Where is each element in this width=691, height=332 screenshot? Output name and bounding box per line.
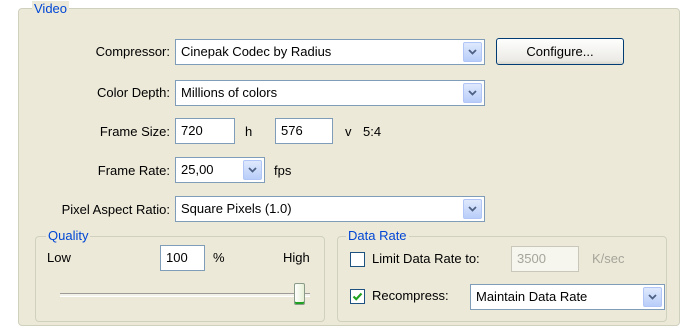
chevron-down-icon[interactable] bbox=[243, 160, 262, 180]
v-label: v bbox=[345, 124, 352, 139]
recompress-value: Maintain Data Rate bbox=[476, 289, 588, 304]
quality-high-label: High bbox=[283, 250, 310, 265]
recompress-select[interactable]: Maintain Data Rate bbox=[470, 284, 665, 310]
frame-height-field[interactable]: 576 bbox=[275, 118, 333, 144]
chevron-down-icon[interactable] bbox=[463, 83, 482, 103]
pixel-aspect-label: Pixel Aspect Ratio: bbox=[61, 202, 170, 217]
compressor-value: Cinepak Codec by Radius bbox=[181, 44, 332, 59]
color-depth-value: Millions of colors bbox=[181, 85, 278, 100]
quality-slider-track[interactable] bbox=[60, 293, 310, 297]
data-rate-field[interactable]: 3500 bbox=[511, 246, 579, 272]
color-depth-label: Color Depth: bbox=[97, 85, 170, 100]
fps-label: fps bbox=[274, 163, 292, 178]
recompress-label[interactable]: Recompress: bbox=[372, 288, 449, 303]
configure-button[interactable]: Configure... bbox=[496, 38, 624, 65]
chevron-down-icon[interactable] bbox=[463, 42, 482, 62]
kbps-label: K/sec bbox=[592, 251, 625, 266]
data-rate-group-title: Data Rate bbox=[346, 228, 409, 243]
h-label: h bbox=[245, 124, 253, 139]
compressor-label: Compressor: bbox=[95, 44, 170, 59]
quality-group-title: Quality bbox=[46, 228, 91, 243]
quality-slider-thumb[interactable] bbox=[294, 283, 305, 305]
frame-width-field[interactable]: 720 bbox=[175, 118, 235, 144]
check-icon bbox=[352, 292, 363, 301]
aspect-ratio-text: 5:4 bbox=[363, 124, 382, 139]
chevron-down-icon[interactable] bbox=[643, 287, 662, 307]
limit-data-rate-label[interactable]: Limit Data Rate to: bbox=[372, 251, 480, 266]
pixel-aspect-select[interactable]: Square Pixels (1.0) bbox=[175, 196, 485, 222]
frame-rate-select[interactable]: 25,00 bbox=[175, 157, 265, 183]
percent-label: % bbox=[213, 250, 225, 265]
frame-rate-value: 25,00 bbox=[181, 162, 214, 177]
frame-size-label: Frame Size: bbox=[99, 124, 170, 139]
compressor-select[interactable]: Cinepak Codec by Radius bbox=[175, 39, 485, 65]
limit-data-rate-checkbox[interactable] bbox=[350, 252, 365, 267]
quality-low-label: Low bbox=[47, 250, 71, 265]
color-depth-select[interactable]: Millions of colors bbox=[175, 80, 485, 106]
chevron-down-icon[interactable] bbox=[463, 199, 482, 219]
pixel-aspect-value: Square Pixels (1.0) bbox=[181, 201, 292, 216]
quality-value-field[interactable]: 100 bbox=[160, 245, 205, 271]
recompress-checkbox[interactable] bbox=[350, 289, 365, 304]
frame-rate-label: Frame Rate: bbox=[97, 163, 170, 178]
video-group-title: Video bbox=[32, 1, 70, 16]
